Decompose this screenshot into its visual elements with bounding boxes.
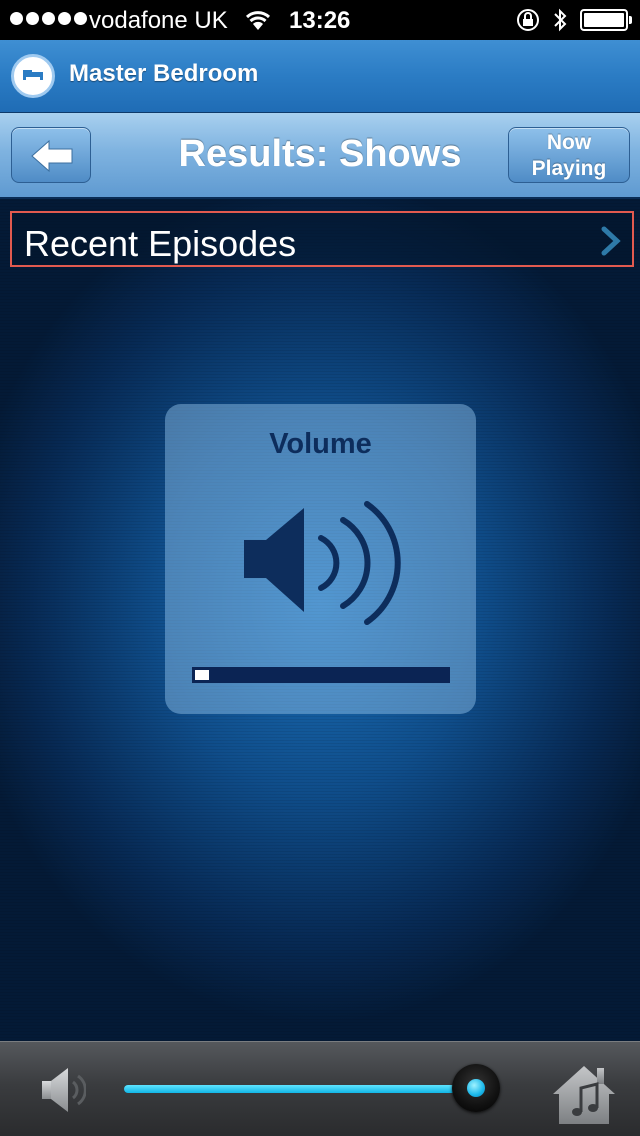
wifi-icon (244, 8, 272, 39)
list-item-recent-episodes[interactable]: Recent Episodes (10, 211, 634, 267)
status-bar: vodafone UK 13:26 (0, 0, 640, 40)
app-screen: vodafone UK 13:26 Master Bedroom Results… (0, 0, 640, 1136)
volume-overlay-title: Volume (269, 428, 372, 460)
volume-level-fill (195, 670, 209, 680)
results-list: Recent Episodes Volume (0, 199, 640, 1041)
rotation-lock-icon (516, 8, 540, 39)
now-playing-label-line2: Playing (531, 157, 607, 180)
home-music-icon[interactable] (551, 1062, 617, 1133)
volume-level-bar (192, 667, 450, 683)
volume-control-bar (0, 1041, 640, 1136)
chevron-right-icon (600, 226, 622, 261)
room-title: Master Bedroom (69, 60, 259, 87)
volume-slider-knob[interactable] (452, 1064, 500, 1112)
battery-icon (580, 9, 632, 31)
navigation-bar: Results: Shows Now Playing (0, 113, 640, 199)
clock-time: 13:26 (289, 7, 351, 34)
mute-speaker-icon[interactable] (40, 1066, 87, 1119)
signal-dots-icon (10, 12, 87, 25)
carrier-name: vodafone UK (89, 7, 228, 34)
now-playing-label-line1: Now (546, 131, 592, 154)
volume-overlay: Volume (165, 404, 476, 714)
now-playing-button[interactable]: Now Playing (508, 127, 630, 183)
room-header[interactable]: Master Bedroom (0, 40, 640, 113)
bed-icon (11, 54, 55, 98)
list-item-label: Recent Episodes (24, 223, 297, 264)
speaker-icon (241, 500, 401, 635)
volume-slider[interactable] (124, 1085, 494, 1093)
volume-slider-fill (124, 1085, 476, 1093)
bluetooth-icon (552, 6, 568, 41)
